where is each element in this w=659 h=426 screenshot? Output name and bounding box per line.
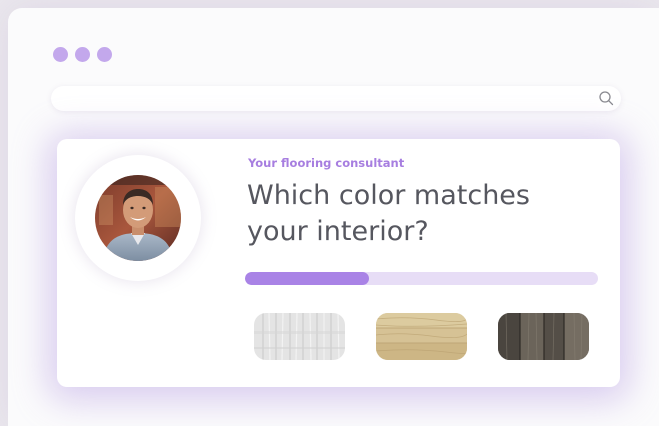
consultant-card: Your flooring consultant Which color mat… xyxy=(57,139,620,387)
progress-bar xyxy=(245,272,598,285)
consultant-avatar xyxy=(95,175,181,261)
browser-window: Your flooring consultant Which color mat… xyxy=(8,8,659,426)
option-natural-oak[interactable] xyxy=(376,313,467,360)
consultant-subtitle: Your flooring consultant xyxy=(248,156,405,170)
question-heading: Which color matches your interior? xyxy=(247,180,530,247)
window-controls xyxy=(53,47,112,62)
window-dot-close[interactable] xyxy=(53,47,68,62)
progress-bar-fill xyxy=(245,272,369,285)
window-dot-minimize[interactable] xyxy=(75,47,90,62)
option-white-wood[interactable] xyxy=(254,313,345,360)
search-icon[interactable] xyxy=(598,90,615,107)
option-dark-weathered-wood[interactable] xyxy=(498,313,589,360)
window-dot-maximize[interactable] xyxy=(97,47,112,62)
search-bar[interactable] xyxy=(51,86,621,111)
avatar-frame xyxy=(75,155,201,281)
